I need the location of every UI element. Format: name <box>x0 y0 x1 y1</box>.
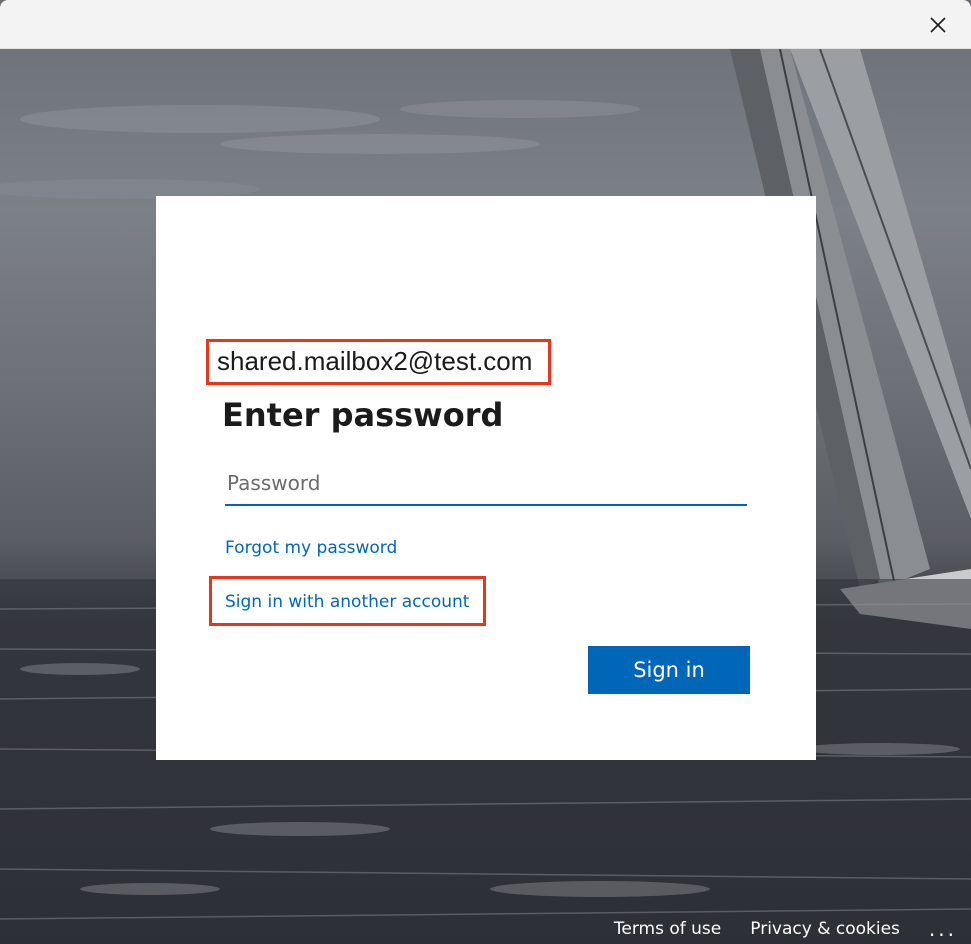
page-title: Enter password <box>222 396 504 434</box>
close-button[interactable] <box>923 10 953 40</box>
account-email: shared.mailbox2@test.com <box>217 346 533 376</box>
terms-of-use-link[interactable]: Terms of use <box>614 919 721 939</box>
another-account-link[interactable]: Sign in with another account <box>225 592 469 612</box>
title-bar <box>0 0 971 49</box>
signin-card: shared.mailbox2@test.com Enter password … <box>156 196 816 760</box>
close-icon <box>930 17 946 33</box>
more-options-button[interactable]: ... <box>929 919 957 939</box>
password-input[interactable] <box>225 462 747 506</box>
signin-window: shared.mailbox2@test.com Enter password … <box>0 0 971 944</box>
forgot-password-link[interactable]: Forgot my password <box>225 538 397 558</box>
sign-in-button[interactable]: Sign in <box>588 646 750 694</box>
footer: Terms of use Privacy & cookies ... <box>614 914 971 944</box>
privacy-cookies-link[interactable]: Privacy & cookies <box>750 919 900 939</box>
